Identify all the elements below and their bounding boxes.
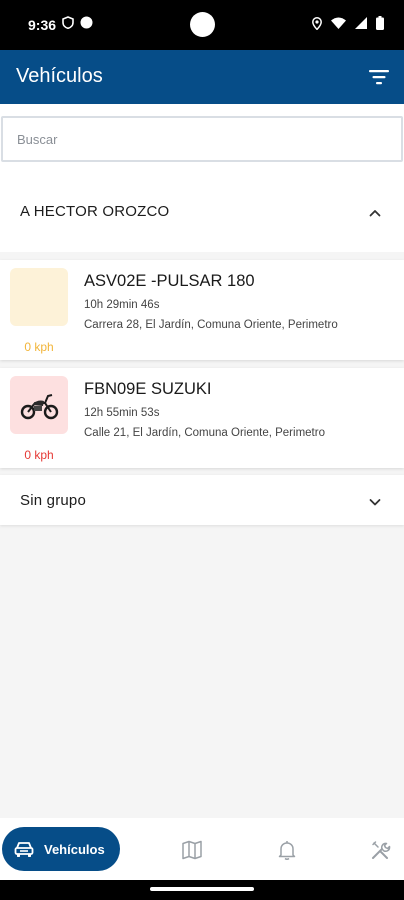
vehicle-speed: 0 kph	[24, 340, 54, 354]
location-icon	[312, 16, 322, 30]
group-name: Sin grupo	[20, 492, 87, 509]
page-title: Vehículos	[16, 65, 103, 87]
camera-cutout	[190, 12, 215, 37]
chevron-up-icon	[369, 210, 381, 217]
home-gesture-handle[interactable]	[150, 887, 254, 891]
vehicle-duration: 10h 29min 46s	[84, 299, 160, 311]
group-header-sin-grupo[interactable]: Sin grupo	[0, 475, 404, 525]
vehicle-speed: 0 kph	[24, 448, 54, 462]
search-bar	[0, 104, 404, 174]
app-bar: Vehículos	[0, 50, 404, 104]
vehicle-thumbnail	[10, 268, 68, 326]
wifi-icon	[331, 17, 346, 29]
status-time: 9:36	[28, 17, 57, 33]
motorcycle-icon	[20, 394, 59, 420]
status-left-icons	[62, 16, 93, 29]
vehicle-address: Calle 21, El Jardín, Comuna Oriente, Per…	[84, 427, 325, 439]
shield-icon	[62, 16, 74, 29]
group-header-hector-orozco[interactable]: A HECTOR OROZCO	[0, 174, 404, 252]
map-icon[interactable]	[181, 839, 203, 861]
search-input[interactable]	[1, 116, 403, 162]
status-right-icons	[312, 16, 384, 30]
bottom-nav: Vehículos	[0, 818, 404, 880]
car-icon	[14, 842, 34, 857]
vehicle-card[interactable]: 0 kph ASV02E -PULSAR 180 10h 29min 46s C…	[0, 260, 404, 360]
vehicle-name: FBN09E SUZUKI	[84, 380, 212, 398]
tools-icon[interactable]	[370, 839, 392, 861]
bell-icon[interactable]	[276, 839, 298, 861]
vehicle-duration: 12h 55min 53s	[84, 407, 160, 419]
vehicle-address: Carrera 28, El Jardín, Comuna Oriente, P…	[84, 319, 338, 331]
vehicle-name: ASV02E -PULSAR 180	[84, 272, 255, 290]
chevron-down-icon	[369, 499, 381, 506]
nav-item-vehicles[interactable]: Vehículos	[2, 827, 120, 871]
nav-label-vehicles: Vehículos	[44, 841, 105, 857]
signal-icon	[355, 17, 367, 29]
status-bar: 9:36	[0, 0, 404, 50]
filter-icon[interactable]	[368, 66, 390, 88]
vehicle-card[interactable]: 0 kph FBN09E SUZUKI 12h 55min 53s Calle …	[0, 368, 404, 468]
battery-icon	[376, 16, 384, 30]
vehicle-thumbnail	[10, 376, 68, 434]
gesture-bar	[0, 880, 404, 900]
group-name: A HECTOR OROZCO	[20, 203, 170, 220]
notification-dot-icon	[80, 16, 93, 29]
